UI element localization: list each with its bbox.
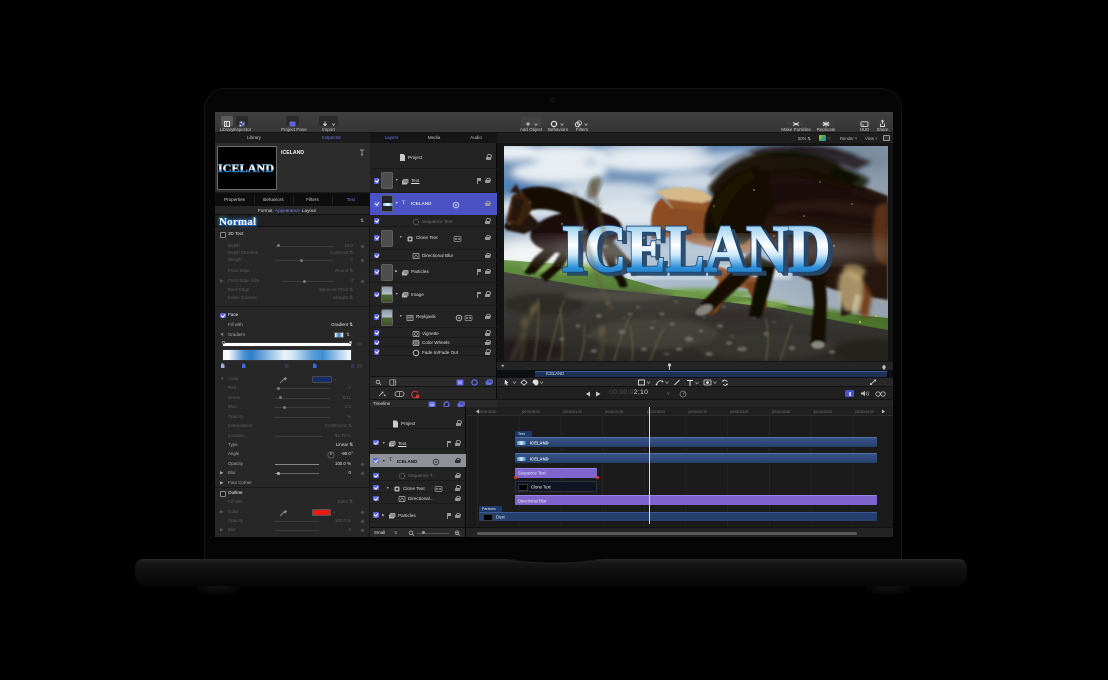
svg-text:ICELAND: ICELAND: [218, 161, 274, 175]
